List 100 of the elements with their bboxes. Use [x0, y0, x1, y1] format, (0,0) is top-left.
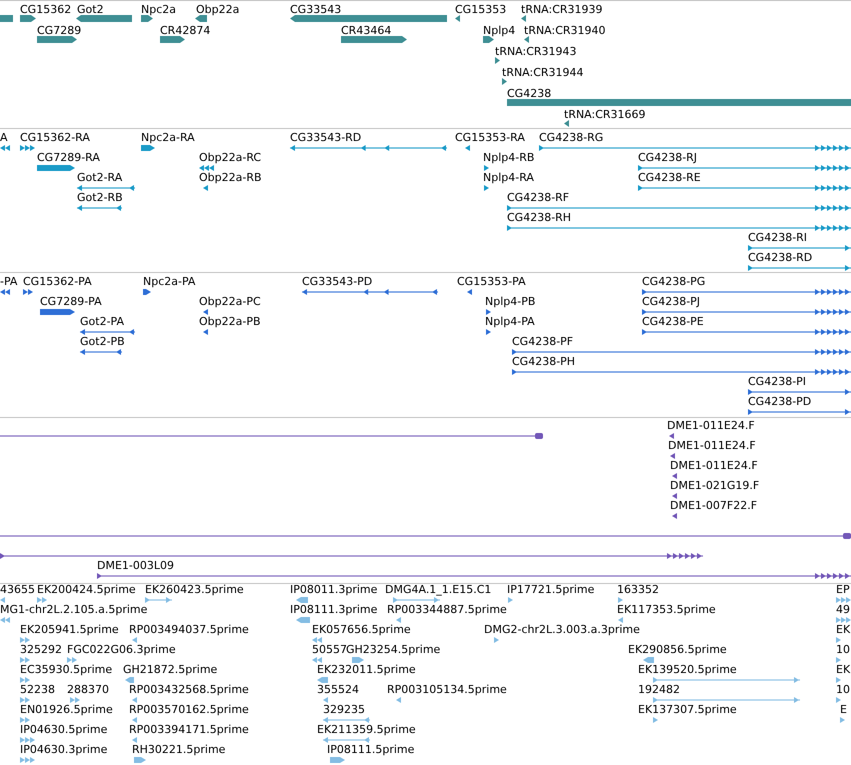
feature-label: CG4238-RF: [507, 191, 570, 204]
feature-label: Obp22a-RB: [199, 171, 262, 184]
feature-label: 329235: [323, 703, 365, 716]
feature-label: CG33543-RD: [290, 131, 362, 144]
feature-label: CG4238-PD: [748, 395, 812, 408]
feature-label: tRNA:CR31940: [524, 24, 606, 37]
feature-label: Nplp4: [483, 24, 516, 37]
feature-label: CG4238-PJ: [642, 295, 700, 308]
feature-label: 49: [836, 603, 850, 616]
feature-label: EK260423.5prime: [145, 583, 244, 596]
feature-label: RP003570162.5prime: [129, 703, 249, 716]
feature-label: DME1-011E24.F: [668, 439, 756, 452]
feature-label: CG4238-PE: [642, 315, 704, 328]
feature-label: Obp22a-PC: [199, 295, 261, 308]
feature-label: 10: [836, 643, 850, 656]
feature-label: CG15353-RA: [455, 131, 525, 144]
feature-label: CG33543-PD: [302, 275, 372, 288]
feature-label: IP17721.5prime: [507, 583, 594, 596]
feature-label: CG4238-RI: [748, 231, 808, 244]
feature-label: Npc2a: [141, 3, 176, 16]
feature-label: Obp22a: [196, 3, 240, 16]
feature-label: CG4238-PH: [512, 355, 576, 368]
feature-label: CG4238-PF: [512, 335, 574, 348]
feature-label: CG33543: [290, 3, 342, 16]
feature-label: tRNA:CR31944: [502, 66, 584, 79]
feature-label: CG15362: [20, 3, 72, 16]
feature-label: DME1-007F22.F: [670, 499, 758, 512]
feature-label: RP003344887.5prime: [387, 603, 507, 616]
feature-label: Nplp4-PB: [485, 295, 536, 308]
feature-label: tRNA:CR31669: [564, 108, 646, 121]
feature-label: CG15362-RA: [20, 131, 90, 144]
feature-label: Got2-RB: [77, 191, 123, 204]
feature-label: EK: [836, 663, 850, 676]
feature-label: 163352: [617, 583, 659, 596]
feature-label: A: [0, 131, 8, 144]
feature-label: tRNA:CR31939: [521, 3, 603, 16]
feature-label: EC35930.5prime: [20, 663, 112, 676]
feature-label: DMG4A.1_1.E15.C1: [385, 583, 492, 596]
feature-label: EK137307.5prime: [638, 703, 737, 716]
feature-label: CG4238-RD: [748, 251, 812, 264]
feature-label: DME1-011E24.F: [670, 459, 758, 472]
feature-label: E: [840, 703, 847, 716]
feature-label: DMG2-chr2L.3.003.a.3prime: [484, 623, 640, 636]
feature-label: 43655: [0, 583, 35, 596]
feature-label: EK211359.5prime: [317, 723, 416, 736]
feature-label: CG15353-PA: [457, 275, 526, 288]
feature-label: FGC022G06.3prime: [67, 643, 176, 656]
feature-label: GH23254.5prime: [346, 643, 440, 656]
feature-label: IP08111.3prime: [290, 603, 378, 616]
feature-label: CG7289-PA: [40, 295, 102, 308]
feature-label: CG4238-PI: [748, 375, 806, 388]
feature-label: 52238: [20, 683, 55, 696]
feature-label: CG4238-RE: [638, 171, 701, 184]
feature-label: CG15353: [455, 3, 506, 16]
feature-label: RP003394171.5prime: [129, 723, 249, 736]
feature-label: EK290856.5prime: [628, 643, 727, 656]
feature-label: Obp22a-RC: [199, 151, 262, 164]
feature-label: Nplp4-RA: [483, 171, 534, 184]
feature-label: CR42874: [160, 24, 210, 37]
feature-label: IP08011.3prime: [290, 583, 378, 596]
feature-label: IP04630.3prime: [20, 743, 108, 756]
feature-label: CG7289: [37, 24, 82, 37]
feature-label: CG4238-RG: [539, 131, 604, 144]
feature-label: RH30221.5prime: [132, 743, 226, 756]
feature-label: RP003105134.5prime: [387, 683, 507, 696]
feature-label: Got2-RA: [77, 171, 122, 184]
feature-label: -PA: [0, 275, 18, 288]
feature-label: RP003494037.5prime: [129, 623, 249, 636]
feature-label: Npc2a-PA: [143, 275, 196, 288]
feature-label: CG7289-RA: [37, 151, 100, 164]
feature-label: tRNA:CR31943: [495, 45, 577, 58]
feature-label: 50557: [312, 643, 347, 656]
feature-label: IP04630.5prime: [20, 723, 108, 736]
feature-label: CG4238-RJ: [638, 151, 698, 164]
feature-label: GH21872.5prime: [123, 663, 218, 676]
feature-label: CG15362-PA: [23, 275, 92, 288]
feature-label: CG4238-RH: [507, 211, 572, 224]
feature-label: DME1-011E24.F: [667, 419, 755, 432]
feature-label: IP08111.5prime: [327, 743, 414, 756]
feature-label: Nplp4-RB: [483, 151, 534, 164]
feature-label: EK117353.5prime: [617, 603, 716, 616]
feature-label: Got2-PA: [80, 315, 124, 328]
feature-label: EP: [836, 583, 850, 596]
feature-label: Npc2a-RA: [141, 131, 195, 144]
feature-label: Obp22a-PB: [199, 315, 261, 328]
feature-label: EN01926.5prime: [20, 703, 113, 716]
feature-label: 288370: [67, 683, 109, 696]
feature-label: 10: [836, 683, 850, 696]
feature-label: MG1-chr2L.2.105.a.5prime: [0, 603, 148, 616]
feature-label: CG4238: [507, 87, 552, 100]
feature-label: EK232011.5prime: [317, 663, 416, 676]
feature-label: Got2: [77, 3, 104, 16]
feature-label: CG4238-PG: [642, 275, 706, 288]
feature-label: 325292: [20, 643, 62, 656]
feature-label: EK205941.5prime: [20, 623, 119, 636]
feature-label: EK139520.5prime: [638, 663, 737, 676]
feature-label: 355524: [317, 683, 359, 696]
feature-label: CR43464: [341, 24, 392, 37]
feature-label: RP003432568.5prime: [129, 683, 249, 696]
feature-label: Got2-PB: [80, 335, 125, 348]
